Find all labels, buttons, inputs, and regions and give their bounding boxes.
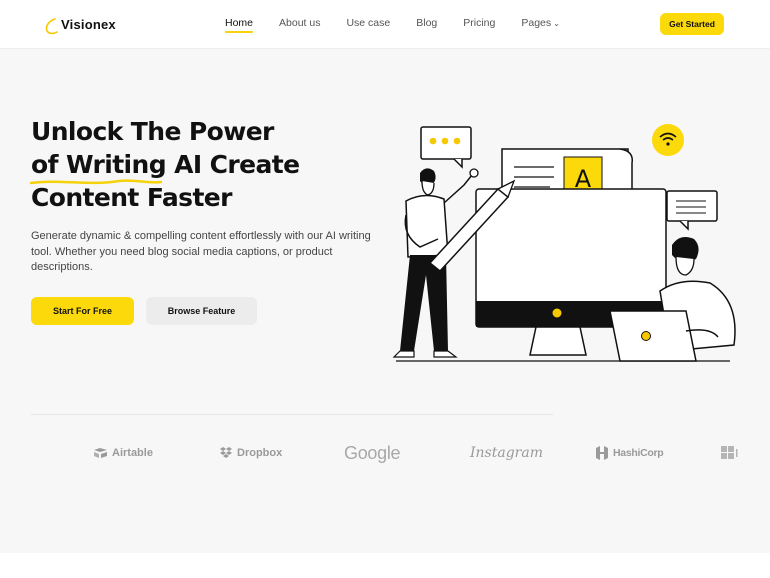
brand-dropbox-label: Dropbox <box>237 447 283 459</box>
navbar: Visionex Home About us Use case Blog Pri… <box>0 0 770 49</box>
chat-bubble-dots-icon <box>420 126 472 169</box>
nav-pages-label: Pages <box>521 17 552 29</box>
brand-hashicorp-label: HashiCorp <box>613 447 664 459</box>
hero-illustration: A <box>392 124 736 362</box>
headline-underlined-phrase: of Writing <box>29 148 167 185</box>
brand-instagram-label: Instagram <box>470 445 543 461</box>
brand-airtable-label: Airtable <box>112 447 153 459</box>
nav-home[interactable]: Home <box>225 17 254 33</box>
chat-bubble-lines-icon <box>666 190 718 231</box>
hero-subtitle: Generate dynamic & compelling content ef… <box>31 230 371 273</box>
browse-feature-button[interactable]: Browse Feature <box>146 297 257 325</box>
brand-dropbox: Dropbox <box>219 438 282 468</box>
airtable-icon <box>94 448 107 458</box>
logo-swoosh-icon <box>45 18 58 35</box>
nav-pricing[interactable]: Pricing <box>463 17 495 29</box>
section-divider <box>31 414 553 415</box>
nav-blog[interactable]: Blog <box>416 17 437 29</box>
hero-headline: Unlock The Power of Writing AI Create Co… <box>29 115 351 214</box>
brand-google-label: Google <box>344 442 401 463</box>
headline-line-2: of Writing AI Create <box>29 148 351 185</box>
wifi-icon <box>652 124 684 156</box>
main-nav: Home About us Use case Blog Pricing Page… <box>225 17 586 33</box>
logo[interactable]: Visionex <box>44 13 116 35</box>
brand-hashicorp: HashiCorp <box>595 438 664 468</box>
brand-airtable: Airtable <box>93 438 153 468</box>
get-started-button[interactable]: Get Started <box>660 13 724 35</box>
logo-text: Visionex <box>61 16 116 32</box>
nav-pages[interactable]: Pages ⌄ <box>521 17 559 29</box>
start-for-free-button[interactable]: Start For Free <box>31 297 134 325</box>
hashicorp-icon <box>596 446 608 460</box>
headline-underlined-text: of Writing <box>31 150 167 179</box>
nav-about-us[interactable]: About us <box>279 17 320 29</box>
dropbox-icon <box>220 447 232 458</box>
headline-line-1: Unlock The Power <box>31 117 274 146</box>
nav-use-case[interactable]: Use case <box>346 17 390 29</box>
microsoft-icon <box>721 446 738 459</box>
bottom-strip <box>0 553 770 578</box>
underline-squiggle-icon <box>29 179 163 185</box>
brand-microsoft <box>721 438 743 468</box>
brand-logos: Airtable Dropbox Google Instagram HashiC… <box>0 438 770 468</box>
headline-line-2-rest: AI Create <box>174 150 300 179</box>
brand-google: Google <box>344 438 401 468</box>
chevron-down-icon: ⌄ <box>553 19 560 28</box>
brand-instagram: Instagram <box>470 438 543 468</box>
